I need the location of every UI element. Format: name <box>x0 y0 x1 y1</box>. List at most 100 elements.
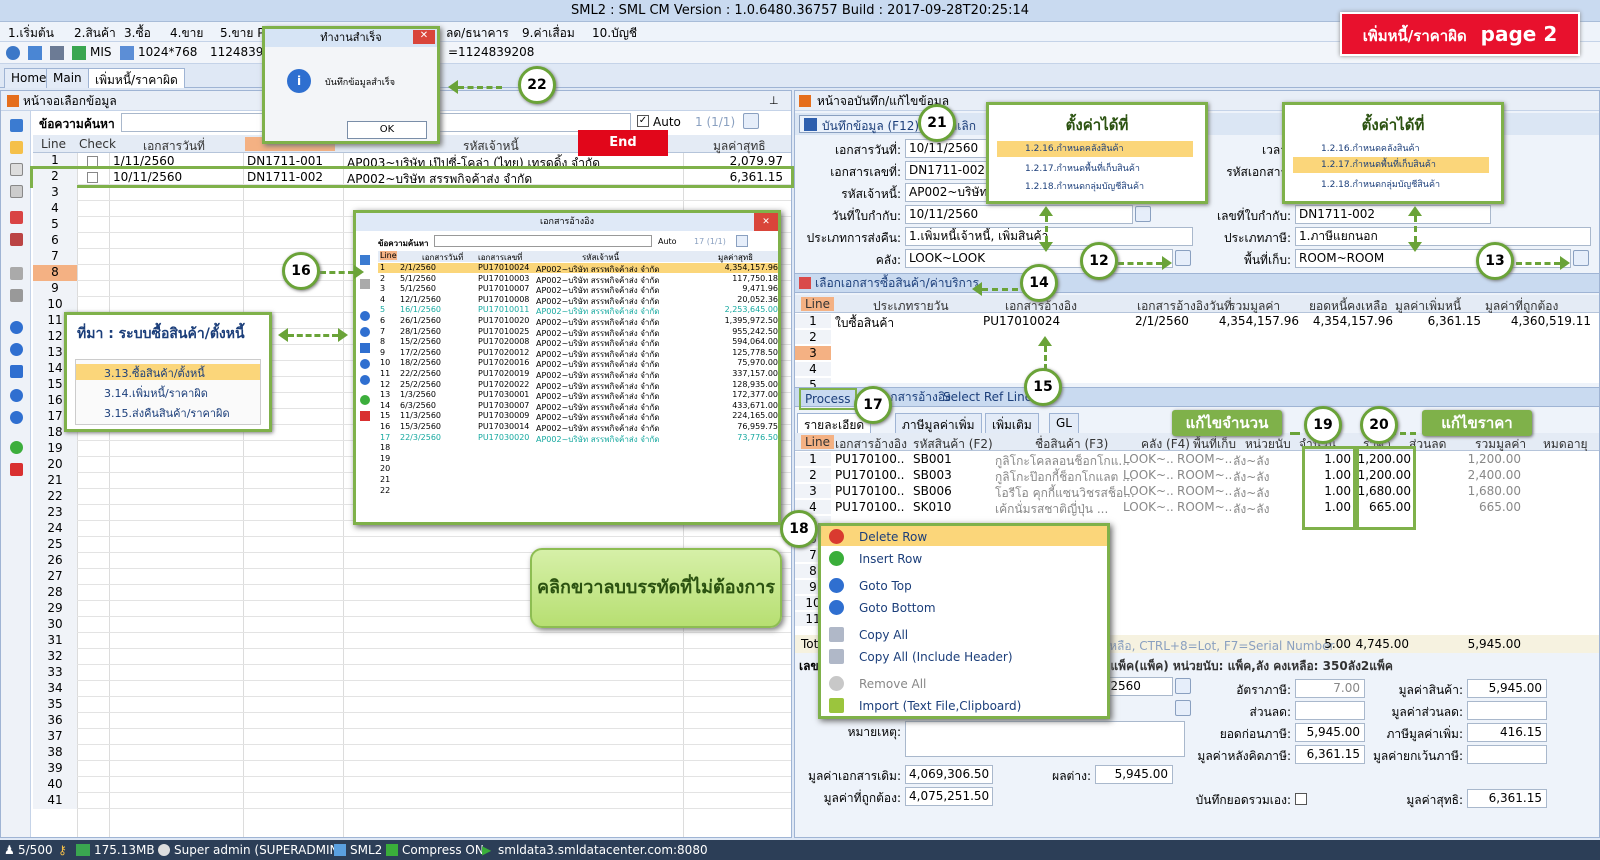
row-checkbox[interactable] <box>87 156 98 167</box>
menu-item-debit-note[interactable]: 3.14.เพิ่มหนี้/ราคาผิด <box>104 384 208 402</box>
save-button[interactable]: บันทึกข้อมูล (F12) <box>799 115 927 133</box>
print-icon[interactable] <box>10 289 23 302</box>
arrow-left-icon[interactable] <box>360 311 370 321</box>
pin-icon[interactable]: ⊥ <box>769 91 779 111</box>
copy-icon[interactable] <box>10 185 23 198</box>
disc-value-field[interactable] <box>1467 701 1547 720</box>
table-row[interactable]: 2 <box>795 329 1599 345</box>
arrow-right-icon[interactable] <box>10 343 23 356</box>
tab-gl[interactable]: GL <box>1049 413 1079 433</box>
menu-account[interactable]: 10.บัญชี <box>592 24 637 43</box>
check-icon[interactable] <box>10 211 23 224</box>
setting-location-item[interactable]: 1.2.17.กำหนดพื้นที่เก็บสินค้า <box>1025 161 1140 175</box>
menu-copy-all-header[interactable]: Copy All (Include Header) <box>859 650 1013 664</box>
dialog-ok-button[interactable]: OK <box>347 121 427 139</box>
table-row[interactable]: 40 <box>33 777 791 793</box>
menu-item-return[interactable]: 3.15.ส่งคืนสินค้า/ราคาผิด <box>104 404 230 422</box>
doc-no-field[interactable]: DN1711-002 <box>905 161 995 180</box>
close-icon[interactable] <box>360 411 370 421</box>
setting-account-item[interactable]: 1.2.18.กำหนดกลุ่มบัญชีสินค้า <box>1025 179 1144 193</box>
discount-field[interactable] <box>1295 701 1365 720</box>
popup-row[interactable]: 5 16/1/2560 PU17010011 AP002~บริษัท สรรพกิจ… <box>378 305 778 316</box>
table-row[interactable]: 32 <box>33 649 791 665</box>
vat-field[interactable]: 416.15 <box>1467 723 1547 742</box>
table-row[interactable]: 2 PU170100.. SB003 กูลิโกะป๊อกกี้ช็อกโกแลต … <box>795 467 1599 484</box>
help-icon[interactable] <box>360 395 370 405</box>
popup-row[interactable]: 12 25/2/2560 PU17020022 AP002~บริษัท สรรพกิ… <box>378 380 778 391</box>
manual-total-checkbox[interactable] <box>1295 793 1307 805</box>
tab-vat[interactable]: ภาษีมูลค่าเพิ่ม <box>895 413 982 433</box>
preview-icon[interactable] <box>360 279 370 289</box>
table-row[interactable]: 39 <box>33 761 791 777</box>
fast-forward-icon[interactable] <box>360 343 370 353</box>
creditor-field[interactable]: AP002~บริษัท สรรพ <box>905 183 995 202</box>
table-row[interactable]: 3 <box>33 185 791 201</box>
popup-row[interactable]: 7 28/1/2560 PU17010025 AP002~บริษัท สรรพกิจ… <box>378 327 778 338</box>
popup-search-icon[interactable] <box>736 235 748 247</box>
inv-no-field[interactable]: DN1711-002 <box>1295 205 1491 224</box>
table-row[interactable]: 35 <box>33 697 791 713</box>
correct-value-field[interactable]: 4,075,251.50 <box>905 787 993 806</box>
popup-search-input[interactable] <box>434 235 652 247</box>
menu-delete-row[interactable]: Delete Row <box>859 530 927 544</box>
arrow-down-icon[interactable] <box>360 375 370 385</box>
arrow-left-icon[interactable] <box>10 321 23 334</box>
setting-warehouse-item[interactable]: 1.2.16.กำหนดคลังสินค้า <box>997 141 1193 157</box>
menu-item-purchase[interactable]: 3.13.ซื้อสินค้า/ตั้งหนี้ <box>76 364 260 380</box>
preview-icon[interactable] <box>10 267 23 280</box>
tree-icon[interactable] <box>360 255 370 265</box>
close-icon[interactable] <box>10 463 23 476</box>
table-row[interactable]: 36 <box>33 713 791 729</box>
tax-type-select[interactable]: 1.ภาษีแยกนอก <box>1295 227 1591 246</box>
row-checkbox[interactable] <box>87 172 98 183</box>
menu-goto-bottom[interactable]: Goto Bottom <box>859 601 936 615</box>
popup-row[interactable]: 4 12/1/2560 PU17010008 AP002~บริษัท สรรพกิจ… <box>378 295 778 306</box>
popup-row[interactable]: 8 15/2/2560 PU17020008 AP002~บริษัท สรรพกิจ… <box>378 337 778 348</box>
tax-rate-field[interactable]: 7.00 <box>1295 679 1365 698</box>
mis-button[interactable]: MIS <box>90 45 112 59</box>
calendar-icon[interactable] <box>1135 206 1151 222</box>
menu-buy[interactable]: 3.ซื้อ <box>124 24 151 43</box>
net-field[interactable]: 6,361.15 <box>1467 789 1547 808</box>
table-row-selected[interactable]: 2 10/11/2560 DN1711-002 AP002~บริษัท สรร… <box>30 166 794 188</box>
menu-sell-pos[interactable]: 5.ขาย P <box>220 24 264 43</box>
help-icon[interactable] <box>10 441 23 454</box>
table-row[interactable]: 33 <box>33 665 791 681</box>
arrow-up-icon[interactable] <box>360 359 370 369</box>
exempt-field[interactable] <box>1467 745 1547 764</box>
menu-product[interactable]: 2.สินค้า <box>74 24 116 43</box>
menu-copy-all[interactable]: Copy All <box>859 628 908 642</box>
popup-row[interactable]: 13 1/3/2560 PU17030001 AP002~บริษัท สรรพกิจ… <box>378 390 778 401</box>
popup-row[interactable]: 21 <box>378 475 778 485</box>
popup-close-button[interactable]: ✕ <box>754 213 778 231</box>
popup-row[interactable]: 17 22/3/2560 PU17030020 AP002~บริษัท สรรพกิ… <box>378 433 778 444</box>
popup-row[interactable]: 14 6/3/2560 PU17030007 AP002~บริษัท สรรพกิจ… <box>378 401 778 412</box>
arrow-down-icon[interactable] <box>10 411 23 424</box>
chart-icon[interactable] <box>72 46 86 60</box>
dialog-close-button[interactable]: ✕ <box>413 30 435 44</box>
arrow-right-icon[interactable] <box>360 327 370 337</box>
popup-row[interactable]: 3 5/1/2560 PU17010007 AP002~บริษัท สรรพกิจค… <box>378 284 778 295</box>
popup-row[interactable]: 16 15/3/2560 PU17030014 AP002~บริษัท สรรพกิ… <box>378 422 778 433</box>
search-icon[interactable] <box>743 113 759 129</box>
menu-depreciation[interactable]: 9.ค่าเสื่อม <box>522 24 575 43</box>
menu-sell[interactable]: 4.ขาย <box>170 24 203 43</box>
inv-date-field[interactable]: 10/11/2560 <box>905 205 1133 224</box>
goods-value-field[interactable]: 5,945.00 <box>1467 679 1547 698</box>
popup-row[interactable]: 18 <box>378 443 778 453</box>
table-row[interactable]: 31 <box>33 633 791 649</box>
menu-goto-top[interactable]: Goto Top <box>859 579 912 593</box>
tab-main[interactable]: Main <box>46 68 89 88</box>
tab-select-ref-line[interactable]: Select Ref Line <box>943 388 1032 406</box>
menu-insert-row[interactable]: Insert Row <box>859 552 922 566</box>
table-row[interactable]: 4 PU170100.. SK010 เค้กนั่มรสชาติญี่ปุ่น ..… <box>795 499 1599 516</box>
document-icon[interactable] <box>10 163 23 176</box>
table-row[interactable]: 4 <box>795 361 1599 377</box>
popup-row[interactable]: 11 22/2/2560 PU17020019 AP002~บริษัท สรรพกิ… <box>378 369 778 380</box>
popup-row[interactable]: 10 18/2/2560 PU17020016 AP002~บริษัท สรรพกิ… <box>378 358 778 369</box>
table-row[interactable]: 38 <box>33 745 791 761</box>
menu-import[interactable]: Import (Text File,Clipboard) <box>859 699 1021 713</box>
table-row[interactable]: 3 <box>795 345 1599 361</box>
popup-row[interactable]: 22 <box>378 486 778 496</box>
location-field[interactable]: ROOM~ROOM <box>1295 249 1571 268</box>
